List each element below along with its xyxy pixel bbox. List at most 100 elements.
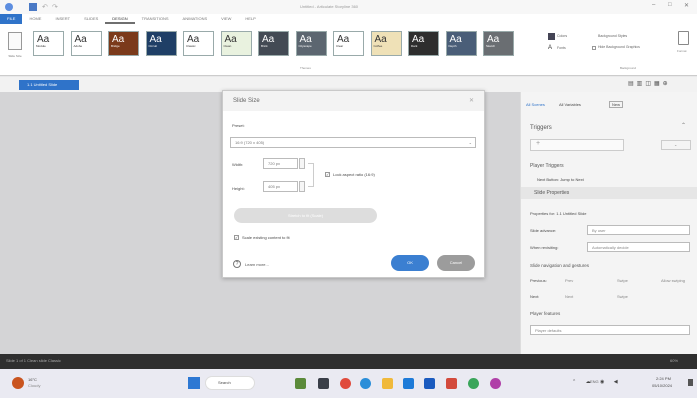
view-icons[interactable]: ▤▥◫▦⊕ — [628, 80, 688, 87]
stretch-label: Stretch to fit (Scale) — [287, 213, 324, 218]
fonts-icon[interactable]: A — [548, 45, 552, 51]
zoom-level[interactable]: 60% — [670, 358, 678, 363]
player-trigger-item[interactable]: Next Button: Jump to Next — [537, 177, 584, 182]
prev-swipe-checkbox[interactable]: Swipe — [617, 278, 628, 283]
next-checkbox[interactable]: Next — [565, 294, 573, 299]
tab-insert[interactable]: INSERT — [48, 14, 77, 24]
chrome-icon[interactable] — [340, 378, 351, 389]
tab-design[interactable]: DESIGN — [105, 14, 135, 24]
clock-date[interactable]: 05/10/2024 — [652, 383, 672, 388]
minimize-button[interactable]: – — [652, 2, 655, 8]
dialog-title: Slide Size — [223, 91, 484, 111]
colors-icon[interactable] — [548, 33, 555, 40]
scale-label: Scale existing content to fit — [242, 235, 290, 240]
width-field[interactable]: 720 px — [263, 158, 298, 169]
theme-thumbnail[interactable]: Aa Brick — [258, 31, 289, 56]
theme-thumbnail[interactable]: Aa Clear — [333, 31, 364, 56]
storyline-icon[interactable] — [490, 378, 501, 389]
notification-icon[interactable] — [688, 379, 693, 386]
tab-view[interactable]: VIEW — [214, 14, 238, 24]
ribbon: Slide Size Aa Module Aa Adobe Aa Bridge Aa Circ… — [0, 24, 697, 76]
theme-thumbnail[interactable]: Aa Classic — [183, 31, 214, 56]
tab-home[interactable]: HOME — [22, 14, 48, 24]
maximize-button[interactable]: □ — [668, 2, 672, 8]
hide-background-checkbox[interactable] — [592, 46, 596, 50]
save-icon[interactable] — [29, 3, 37, 11]
redo-icon[interactable]: ↷ — [52, 3, 58, 11]
tab-help[interactable]: HELP — [238, 14, 262, 24]
width-value: 720 px — [268, 161, 281, 166]
next-swipe-checkbox[interactable]: Swipe — [617, 294, 628, 299]
preset-select[interactable]: 16:9 (720 x 405) ⌄ — [230, 137, 476, 148]
theme-thumbnail[interactable]: Aa Module — [33, 31, 64, 56]
when-revisiting-select[interactable]: Automatically decide — [587, 242, 690, 252]
colors-dropdown[interactable]: Colors — [557, 34, 567, 38]
language-indicator[interactable]: ENG — [590, 379, 599, 384]
theme-thumbnail[interactable]: Aa Circuit — [145, 31, 177, 56]
theme-thumbnail[interactable]: Aa Adobe — [70, 31, 102, 56]
height-stepper[interactable] — [299, 181, 305, 192]
scene-tab[interactable]: 1.1 Untitled Slide — [19, 80, 79, 90]
cancel-button[interactable]: Cancel — [437, 255, 475, 271]
app-icon-2[interactable] — [403, 378, 414, 389]
theme-label: Clear — [336, 44, 344, 48]
theme-thumbnail[interactable]: Aa Depth — [445, 31, 477, 56]
height-field[interactable]: 405 px — [263, 181, 298, 192]
theme-thumbnail[interactable]: Aa Clean — [220, 31, 252, 56]
dialog-close-icon[interactable]: ✕ — [469, 97, 474, 104]
panel-tab-variables[interactable]: All Variables — [559, 102, 581, 107]
tab-animations[interactable]: ANIMATIONS — [176, 14, 215, 24]
preset-label: Preset: — [232, 123, 245, 128]
theme-thumbnail[interactable]: Aa Cityscape — [295, 31, 327, 56]
tab-slides[interactable]: SLIDES — [77, 14, 105, 24]
slide-advance-select[interactable]: By user — [587, 225, 690, 235]
theme-label: Depth — [448, 44, 457, 48]
taskbar-search[interactable]: Search — [205, 376, 255, 390]
app-icon-5[interactable] — [468, 378, 479, 389]
height-label: Height: — [232, 186, 245, 191]
slide-size-button[interactable] — [8, 32, 22, 50]
prev-checkbox[interactable]: Prev — [565, 278, 573, 283]
theme-thumbnail[interactable]: Aa Sketch — [483, 31, 514, 56]
learn-more-link[interactable]: Learn more... — [245, 262, 269, 267]
width-stepper[interactable] — [299, 158, 305, 169]
windows-start-icon[interactable] — [188, 377, 200, 389]
theme-thumbnail[interactable]: Aa Coffee — [370, 31, 402, 56]
help-icon[interactable]: ? — [233, 260, 241, 268]
close-button[interactable]: ✕ — [684, 2, 689, 9]
background-styles-dropdown[interactable]: Background Styles — [598, 34, 627, 38]
stretch-button[interactable]: Stretch to fit (Scale) — [234, 208, 377, 223]
slide-size-dialog: Slide Size ✕ Preset: 16:9 (720 x 405) ⌄ W… — [222, 90, 485, 278]
collapse-triggers-icon[interactable]: ⌃ — [681, 122, 686, 129]
scale-checkbox[interactable]: ✓ — [234, 235, 239, 240]
theme-label: Brick — [261, 44, 268, 48]
trigger-dropdown[interactable]: ⌄ — [661, 140, 691, 150]
lock-ratio-checkbox[interactable]: ✓ — [325, 172, 330, 177]
theme-label: Circuit — [148, 44, 158, 48]
weather-temp: 16°C — [28, 377, 37, 382]
panel-tab-new[interactable]: New — [609, 101, 624, 108]
theme-thumbnail[interactable]: Aa Bridge — [108, 31, 139, 56]
file-explorer-icon[interactable] — [382, 378, 393, 389]
allow-swipe-checkbox[interactable]: Allow swiping — [661, 278, 685, 283]
undo-icon[interactable]: ↶ — [42, 3, 48, 11]
app-icon-3[interactable] — [424, 378, 435, 389]
tab-transitions[interactable]: TRANSITIONS — [135, 14, 176, 24]
trigger-toolbar[interactable] — [530, 139, 624, 151]
properties-for-label: Properties for: 1.1 Untitled Slide — [530, 211, 587, 216]
edge-icon[interactable] — [360, 378, 371, 389]
format-background-icon[interactable] — [678, 31, 689, 45]
panel-tab-scenes[interactable]: All Scenes — [526, 102, 545, 107]
add-trigger-icon[interactable]: + — [536, 140, 540, 147]
app-icon-4[interactable] — [446, 378, 457, 389]
tab-file[interactable]: FILE — [0, 14, 23, 24]
slide-size-label: Slide Size — [8, 54, 22, 58]
widgets-icon[interactable] — [295, 378, 306, 389]
ok-button[interactable]: OK — [391, 255, 429, 271]
background-group-label: Background — [620, 66, 637, 70]
clock-time[interactable]: 2:24 PM — [656, 376, 671, 381]
player-features-select[interactable]: Player defaults — [530, 325, 690, 335]
fonts-dropdown[interactable]: Fonts — [557, 46, 566, 50]
theme-thumbnail[interactable]: Aa Dark — [408, 31, 439, 56]
app-icon-1[interactable] — [318, 378, 329, 389]
